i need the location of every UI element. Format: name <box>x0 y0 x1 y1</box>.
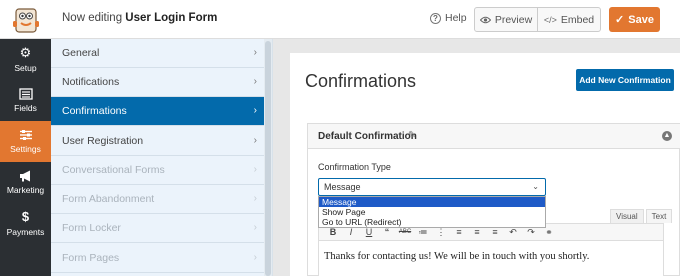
dropdown-option-show-page[interactable]: Show Page <box>319 207 545 217</box>
chevron-right-icon: › <box>253 135 257 146</box>
eye-icon <box>479 16 491 23</box>
nav-item-setup[interactable]: ⚙ Setup <box>0 39 51 80</box>
numbered-list-icon[interactable]: ⋮ <box>432 227 450 238</box>
save-label: Save <box>628 13 654 26</box>
nav-item-payments[interactable]: $ Payments <box>0 203 51 244</box>
preview-embed-group: Preview </> Embed <box>474 7 601 32</box>
chevron-right-icon: › <box>253 76 257 87</box>
dollar-icon: $ <box>21 209 30 224</box>
select-value: Message <box>324 182 361 192</box>
settings-item-form-abandonment[interactable]: Form Abandonment › <box>51 185 265 214</box>
editing-title: Now editing User Login Form <box>62 12 217 24</box>
wpforms-logo-icon <box>12 7 39 33</box>
help-link[interactable]: ? Help <box>430 12 467 24</box>
chevron-right-icon: › <box>253 222 257 233</box>
message-editor[interactable]: Thanks for contacting us! We will be in … <box>318 241 664 276</box>
nav-item-settings[interactable]: Settings <box>0 121 51 162</box>
panel-title: Default Confirmation <box>318 131 417 142</box>
italic-icon[interactable]: I <box>342 227 360 237</box>
dropdown-option-go-to-url[interactable]: Go to URL (Redirect) <box>319 217 545 227</box>
top-bar: Now editing User Login Form ? Help Previ… <box>0 0 680 39</box>
megaphone-icon <box>19 170 30 182</box>
settings-item-label: Form Locker <box>62 222 121 234</box>
bold-icon[interactable]: B <box>324 227 342 237</box>
settings-item-label: Conversational Forms <box>62 164 165 176</box>
embed-button[interactable]: </> Embed <box>537 8 600 31</box>
tab-visual[interactable]: Visual <box>610 209 644 223</box>
panel-header[interactable]: Default Confirmation ✎ ▲ <box>308 124 680 149</box>
fields-icon <box>18 88 33 100</box>
confirmation-type-label: Confirmation Type <box>318 162 391 172</box>
embed-label: Embed <box>560 13 595 26</box>
editing-prefix: Now editing <box>62 12 123 24</box>
add-new-confirmation-button[interactable]: Add New Confirmation <box>576 69 674 91</box>
collapse-icon[interactable]: ▲ <box>662 131 672 141</box>
chevron-right-icon: › <box>253 193 257 204</box>
settings-item-general[interactable]: General › <box>51 39 265 68</box>
default-confirmation-panel: Default Confirmation ✎ ▲ Confirmation Ty… <box>307 123 680 276</box>
editor-text: Thanks for contacting us! We will be in … <box>324 251 590 262</box>
scrollbar-thumb[interactable] <box>265 41 271 276</box>
settings-item-user-registration[interactable]: User Registration › <box>51 127 265 156</box>
align-right-icon[interactable]: ≡ <box>486 227 504 237</box>
dropdown-option-message[interactable]: Message <box>319 197 545 207</box>
underline-icon[interactable]: U <box>360 227 378 237</box>
confirmations-card: Confirmations Add New Confirmation Defau… <box>290 53 680 276</box>
nav-label: Fields <box>14 103 37 113</box>
nav-label: Marketing <box>6 185 45 195</box>
nav-item-fields[interactable]: Fields <box>0 80 51 121</box>
settings-item-form-locker[interactable]: Form Locker › <box>51 214 265 243</box>
tab-text[interactable]: Text <box>645 209 673 223</box>
align-center-icon[interactable]: ≡ <box>468 227 486 237</box>
main-area: Confirmations Add New Confirmation Defau… <box>273 39 680 276</box>
chevron-down-icon: ⌄ <box>532 182 539 191</box>
nav-label: Settings <box>10 144 41 154</box>
preview-label: Preview <box>494 13 533 26</box>
chevron-right-icon: › <box>253 252 257 263</box>
preview-button[interactable]: Preview <box>475 8 537 31</box>
redo-icon[interactable]: ↷ <box>522 227 540 238</box>
align-left-icon[interactable]: ≡ <box>450 227 468 237</box>
settings-item-notifications[interactable]: Notifications › <box>51 68 265 97</box>
link-icon[interactable]: ⚭ <box>540 227 558 238</box>
nav-item-marketing[interactable]: Marketing <box>0 162 51 203</box>
settings-item-form-pages[interactable]: Form Pages › <box>51 244 265 273</box>
settings-item-label: User Registration <box>62 135 144 147</box>
settings-item-conversational-forms[interactable]: Conversational Forms › <box>51 156 265 185</box>
editor-tabs: Visual Text <box>610 209 673 223</box>
code-icon: </> <box>543 14 557 25</box>
confirmation-type-select[interactable]: Message ⌄ <box>318 178 546 196</box>
page-title: Confirmations <box>305 71 417 91</box>
gear-icon: ⚙ <box>19 45 32 60</box>
settings-item-confirmations[interactable]: Confirmations › <box>51 97 265 126</box>
chevron-right-icon: › <box>253 105 257 116</box>
settings-scrollbar[interactable] <box>264 39 272 276</box>
bullet-list-icon[interactable]: ≔ <box>414 227 432 238</box>
help-icon: ? <box>430 12 441 24</box>
wpforms-logo[interactable] <box>0 0 51 39</box>
chevron-right-icon: › <box>253 164 257 175</box>
chevron-right-icon: › <box>253 47 257 58</box>
strikethrough-icon[interactable]: ABC <box>396 229 414 235</box>
nav-label: Setup <box>14 63 37 73</box>
save-button[interactable]: ✓ Save <box>609 7 660 32</box>
confirmation-type-dropdown: Message Show Page Go to URL (Redirect) <box>318 196 546 228</box>
nav-label: Payments <box>6 227 45 237</box>
form-name: User Login Form <box>125 12 218 24</box>
help-label: Help <box>445 12 467 24</box>
undo-icon[interactable]: ↶ <box>504 227 522 238</box>
blockquote-icon[interactable]: “ <box>378 227 396 237</box>
settings-item-label: Confirmations <box>62 105 127 117</box>
settings-item-label: Notifications <box>62 76 120 88</box>
check-icon: ✓ <box>615 14 625 26</box>
left-nav: ⚙ Setup Fields Settings Marketing $ Paym… <box>0 39 51 276</box>
settings-item-label: Form Abandonment <box>62 193 155 205</box>
settings-panel: General › Notifications › Confirmations … <box>51 39 273 276</box>
settings-item-label: General <box>62 47 100 59</box>
settings-item-label: Form Pages <box>62 252 120 264</box>
pencil-icon[interactable]: ✎ <box>408 130 416 141</box>
sliders-icon <box>19 130 32 140</box>
